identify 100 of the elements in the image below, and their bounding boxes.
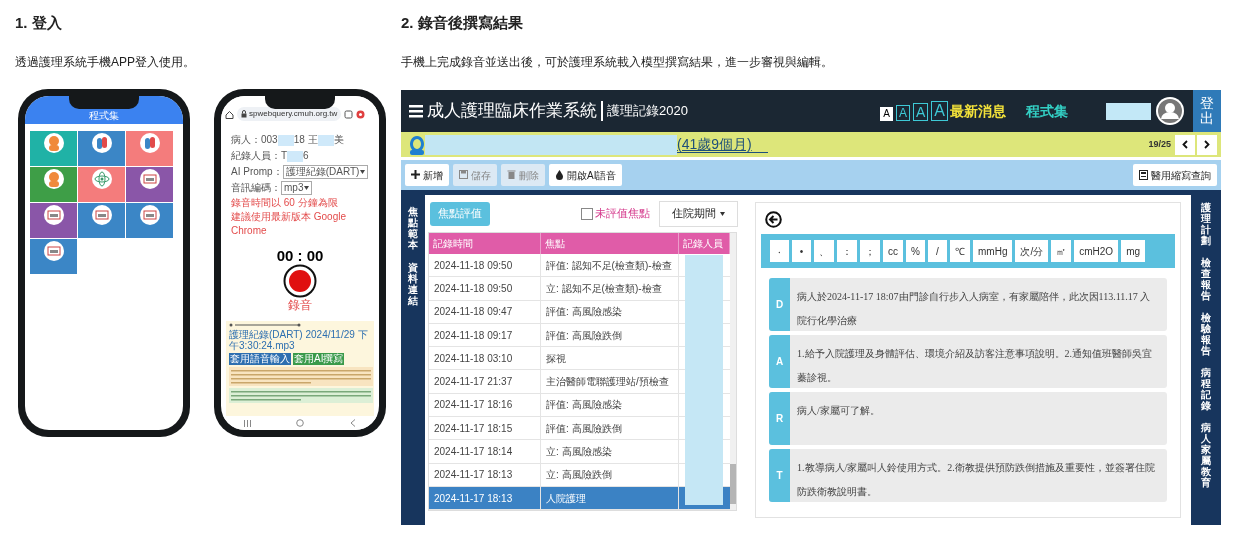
next-button[interactable] [1197, 134, 1217, 155]
side-tab[interactable]: 病程記錄 [1201, 367, 1211, 411]
abbreviation-button[interactable]: 醫用縮寫查詢 [1133, 164, 1217, 186]
drop-icon [555, 170, 564, 180]
checkbox[interactable] [581, 207, 593, 220]
side-tab[interactable]: 焦點範本 [408, 206, 418, 250]
app-tile[interactable] [78, 167, 125, 202]
symbol-key[interactable]: 、 [814, 240, 834, 262]
toolbar-button[interactable]: 開啟AI語音 [549, 164, 623, 186]
news-link[interactable]: 最新消息 [950, 100, 1006, 122]
note-entry[interactable]: A 1.給予入院護理及身體評估、環境介紹及訪客注意事項說明。2.通知值班醫師吳宜蓁診視。 [769, 335, 1167, 388]
field-value: T [281, 149, 288, 163]
pills-icon [139, 133, 160, 153]
field-value: 003 [261, 133, 278, 147]
table-cell-text: 2024-11-17 21:37 [434, 375, 513, 390]
font-size-button[interactable]: A [913, 103, 929, 121]
app-tile[interactable] [30, 203, 77, 238]
redaction-block [1106, 102, 1151, 120]
symbol-key[interactable]: ： [837, 240, 857, 262]
select-field[interactable]: 護理紀錄(DART) [282, 165, 369, 179]
note-entry[interactable]: T 1.教導病人/家屬叫人鈴使用方式。2.衛教提供預防跌倒措施及重要性，並簽署住院防跌衛教說明書。 [769, 449, 1167, 502]
font-size-button[interactable]: A [931, 101, 948, 121]
redaction-block [317, 134, 334, 146]
section-description: 手機上完成錄音並送出後，可於護理系統載入模型撰寫結果，進一步審視與編輯。 [401, 54, 833, 71]
select-field[interactable]: mp3 [281, 181, 313, 195]
side-tab[interactable]: 檢驗報告 [1201, 312, 1211, 356]
checkbox-label: 未評值焦點 [595, 206, 650, 222]
url-field[interactable]: spwebquery.cmuh.org.tw [237, 107, 342, 121]
apply-button[interactable]: 套用語音輸入 [229, 353, 291, 365]
app-tile[interactable] [78, 131, 125, 166]
note-entry[interactable]: R 病人/家屬可了解。 [769, 392, 1167, 445]
symbol-key[interactable]: mmHg [973, 240, 1013, 262]
period-dropdown[interactable]: 住院期間 [659, 200, 738, 227]
side-tab[interactable]: 資料連結 [408, 262, 418, 306]
module-title: 護理記錄2020 [607, 102, 688, 121]
tabs-icon [344, 109, 354, 119]
section-heading: 1. 登入 [15, 13, 62, 33]
note-entry[interactable]: D 病人於2024-11-17 18:07由門診自行步入人病室，有家屬陪伴，此次因113.11.17 入院行化學治療 [769, 278, 1167, 331]
previous-button[interactable] [1175, 134, 1195, 155]
symbol-key[interactable]: cc [883, 240, 903, 262]
symbol-key[interactable]: ‧ [770, 240, 789, 262]
file-name: 護理紀錄(DART) 2024/11/29 下午3:30:24.mp3 [229, 329, 369, 351]
font-size-button[interactable]: A [895, 105, 910, 121]
back-icon [350, 419, 357, 427]
symbol-key[interactable]: / [928, 240, 947, 262]
entry-label: R [769, 392, 790, 445]
menu-icon [356, 109, 366, 119]
entry-text: 病人/家屬可了解。 [797, 405, 880, 416]
record-button[interactable] [283, 264, 317, 298]
home-icon [225, 109, 234, 119]
caret-icon [720, 211, 725, 216]
monitor-icon [43, 241, 64, 261]
monitor-icon [43, 205, 64, 225]
table-cell-text: 2024-11-17 18:13 [434, 468, 513, 483]
symbol-key[interactable]: mg [1121, 240, 1146, 262]
back-icon[interactable] [765, 211, 782, 228]
person-icon [43, 169, 64, 189]
patient-age[interactable]: (41歲9個月) [677, 136, 768, 153]
person-icon [409, 134, 425, 155]
calculator-icon [1139, 170, 1148, 180]
entry-text: 1.教導病人/家屬叫人鈴使用方式。2.衛教提供預防跌倒措施及重要性，並簽署住院防跌衛教說明書。 [797, 462, 1155, 497]
font-size-button[interactable]: A [880, 107, 893, 121]
entry-label: T [769, 449, 790, 502]
symbol-key[interactable]: % [906, 240, 925, 262]
page-position: 19/25 [1148, 137, 1171, 151]
programs-link[interactable]: 程式集 [1026, 100, 1068, 122]
toolbar-button[interactable]: 新增 [405, 164, 449, 186]
logout-button[interactable]: 登出 [1193, 90, 1221, 132]
record-label: 錄音 [288, 298, 312, 312]
app-tile[interactable] [126, 203, 173, 238]
table-cell-text: 立: 認知不足(檢查類)-檢查 [546, 281, 662, 296]
atom-icon [91, 169, 112, 189]
app-tile[interactable] [30, 167, 77, 202]
app-tile[interactable] [78, 203, 125, 238]
recent-apps-icon [243, 419, 251, 427]
table-cell-text: 2024-11-17 18:16 [434, 398, 513, 413]
app-tile[interactable] [30, 131, 77, 166]
scrollbar-thumb[interactable] [730, 464, 736, 505]
section-description: 透過護理系統手機APP登入使用。 [15, 54, 195, 71]
table-cell-text: 立: 高風險感染 [546, 445, 612, 459]
app-tile[interactable] [126, 167, 173, 202]
menu-icon[interactable] [409, 104, 423, 118]
app-tile[interactable] [30, 239, 77, 274]
phone-notch [69, 96, 139, 109]
save-icon [459, 170, 468, 180]
column-header: 記錄人員 [683, 237, 723, 251]
symbol-key[interactable]: ； [860, 240, 880, 262]
symbol-key[interactable]: cmH2O [1074, 240, 1119, 262]
apply-button[interactable]: 套用AI撰寫 [293, 353, 345, 365]
symbol-key[interactable]: • [792, 240, 811, 262]
symbol-key[interactable]: 次/分 [1015, 240, 1049, 262]
side-tab[interactable]: 檢查報告 [1201, 257, 1211, 301]
field-value: 18 王 [293, 133, 318, 147]
table-cell-text: 立: 高風險跌倒 [546, 468, 612, 483]
symbol-key[interactable]: ℃ [950, 240, 970, 262]
monitor-icon [139, 205, 160, 225]
side-tab[interactable]: 護理計劃 [1201, 202, 1211, 246]
app-tile[interactable] [126, 131, 173, 166]
symbol-key[interactable]: ㎡ [1051, 240, 1072, 262]
side-tab[interactable]: 病人家屬教育 [1201, 422, 1211, 488]
